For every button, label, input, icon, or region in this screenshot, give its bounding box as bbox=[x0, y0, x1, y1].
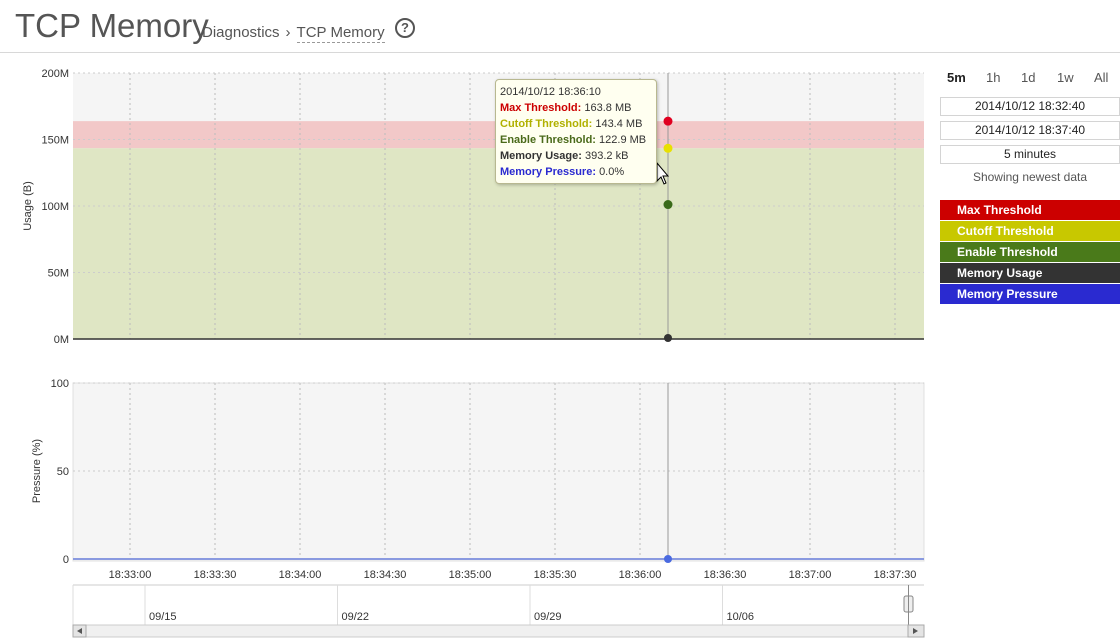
enable-threshold-point bbox=[663, 200, 673, 210]
x-tick-label: 18:35:00 bbox=[449, 569, 492, 581]
tooltip-value: 393.2 kB bbox=[584, 150, 629, 162]
tooltip-value: 163.8 MB bbox=[584, 102, 632, 114]
navigator-labels: 09/15 09/22 09/29 10/06 bbox=[144, 585, 755, 625]
x-tick-label: 18:33:00 bbox=[109, 569, 152, 581]
tooltip-label: Cutoff Threshold: bbox=[500, 118, 593, 130]
tooltip-row-max: Max Threshold: 163.8 MB bbox=[500, 100, 652, 116]
pressure-y-tick-label: 100 bbox=[51, 378, 69, 390]
legend-enable-threshold[interactable]: Enable Threshold bbox=[940, 242, 1120, 262]
tooltip-value: 0.0% bbox=[599, 166, 625, 178]
range-1d-button[interactable]: 1d bbox=[1021, 70, 1035, 85]
start-time-field[interactable]: 2014/10/12 18:32:40 bbox=[940, 97, 1120, 116]
x-tick-label: 18:33:30 bbox=[194, 569, 237, 581]
usage-y-ticks: 200M 150M 100M 50M 0M bbox=[41, 68, 69, 346]
legend-memory-pressure[interactable]: Memory Pressure bbox=[940, 284, 1120, 304]
range-all-button[interactable]: All bbox=[1094, 70, 1108, 85]
legend-cutoff-threshold[interactable]: Cutoff Threshold bbox=[940, 221, 1120, 241]
duration-field[interactable]: 5 minutes bbox=[940, 145, 1120, 164]
memory-pressure-point bbox=[664, 555, 672, 563]
tooltip-label: Memory Usage: bbox=[500, 150, 582, 162]
max-threshold-point bbox=[663, 116, 673, 126]
x-tick-label: 18:36:00 bbox=[619, 569, 662, 581]
x-axis-ticks: 18:33:00 18:33:30 18:34:00 18:34:30 18:35:00… bbox=[109, 569, 917, 581]
chart-tooltip: 2014/10/12 18:36:10 Max Threshold: 163.8… bbox=[495, 79, 657, 184]
tooltip-row-pressure: Memory Pressure: 0.0% bbox=[500, 164, 652, 180]
legend-max-threshold[interactable]: Max Threshold bbox=[940, 200, 1120, 220]
time-range-selector: 5m 1h 1d 1w All bbox=[940, 70, 1120, 88]
pressure-chart[interactable]: Pressure (%) 100500 18:33:00 18:33:30 18:3… bbox=[31, 378, 925, 581]
tooltip-value: 143.4 MB bbox=[595, 118, 643, 130]
navigator-label: 09/15 bbox=[149, 611, 177, 623]
pressure-y-tick-label: 50 bbox=[57, 466, 69, 478]
navigator-scrollbar[interactable] bbox=[72, 624, 925, 638]
tooltip-label: Max Threshold: bbox=[500, 102, 582, 114]
usage-y-tick-label: 150M bbox=[41, 135, 69, 147]
tooltip-row-usage: Memory Usage: 393.2 kB bbox=[500, 148, 652, 164]
navigator-label: 09/22 bbox=[342, 611, 370, 623]
navigator-label: 09/29 bbox=[534, 611, 562, 623]
legend: Max Threshold Cutoff Threshold Enable Th… bbox=[940, 200, 1120, 305]
usage-y-tick-label: 0M bbox=[54, 334, 69, 346]
tooltip-label: Memory Pressure: bbox=[500, 166, 596, 178]
tooltip-value: 122.9 MB bbox=[599, 134, 647, 146]
x-tick-label: 18:36:30 bbox=[704, 569, 747, 581]
range-5m-button[interactable]: 5m bbox=[947, 70, 966, 85]
navigator-label: 10/06 bbox=[727, 611, 755, 623]
end-time-field[interactable]: 2014/10/12 18:37:40 bbox=[940, 121, 1120, 140]
showing-newest-text: Showing newest data bbox=[972, 170, 1088, 184]
pressure-y-axis-label: Pressure (%) bbox=[31, 439, 43, 503]
usage-y-tick-label: 200M bbox=[41, 68, 69, 80]
legend-memory-usage[interactable]: Memory Usage bbox=[940, 263, 1120, 283]
x-tick-label: 18:37:00 bbox=[789, 569, 832, 581]
usage-chart[interactable]: Usage (B) 200M 150M 100M 50M 0M bbox=[22, 68, 924, 346]
usage-y-axis-label: Usage (B) bbox=[22, 181, 34, 231]
tooltip-label: Enable Threshold: bbox=[500, 134, 596, 146]
pressure-y-ticks: 100 50 0 bbox=[51, 378, 69, 566]
charts-area[interactable]: Usage (B) 200M 150M 100M 50M 0M Pressure (%)… bbox=[0, 0, 940, 641]
x-tick-label: 18:34:30 bbox=[364, 569, 407, 581]
memory-usage-point bbox=[664, 334, 672, 342]
usage-y-tick-label: 100M bbox=[41, 201, 69, 213]
pressure-plot-background bbox=[72, 382, 925, 562]
usage-y-tick-label: 50M bbox=[48, 268, 69, 280]
range-1h-button[interactable]: 1h bbox=[986, 70, 1000, 85]
range-1w-button[interactable]: 1w bbox=[1057, 70, 1074, 85]
x-tick-label: 18:35:30 bbox=[534, 569, 577, 581]
tooltip-row-enable: Enable Threshold: 122.9 MB bbox=[500, 132, 652, 148]
x-tick-label: 18:37:30 bbox=[874, 569, 917, 581]
pressure-y-tick-label: 0 bbox=[63, 554, 69, 566]
x-tick-label: 18:34:00 bbox=[279, 569, 322, 581]
cutoff-threshold-point bbox=[663, 143, 673, 153]
tooltip-row-cutoff: Cutoff Threshold: 143.4 MB bbox=[500, 116, 652, 132]
tooltip-time: 2014/10/12 18:36:10 bbox=[500, 86, 601, 98]
